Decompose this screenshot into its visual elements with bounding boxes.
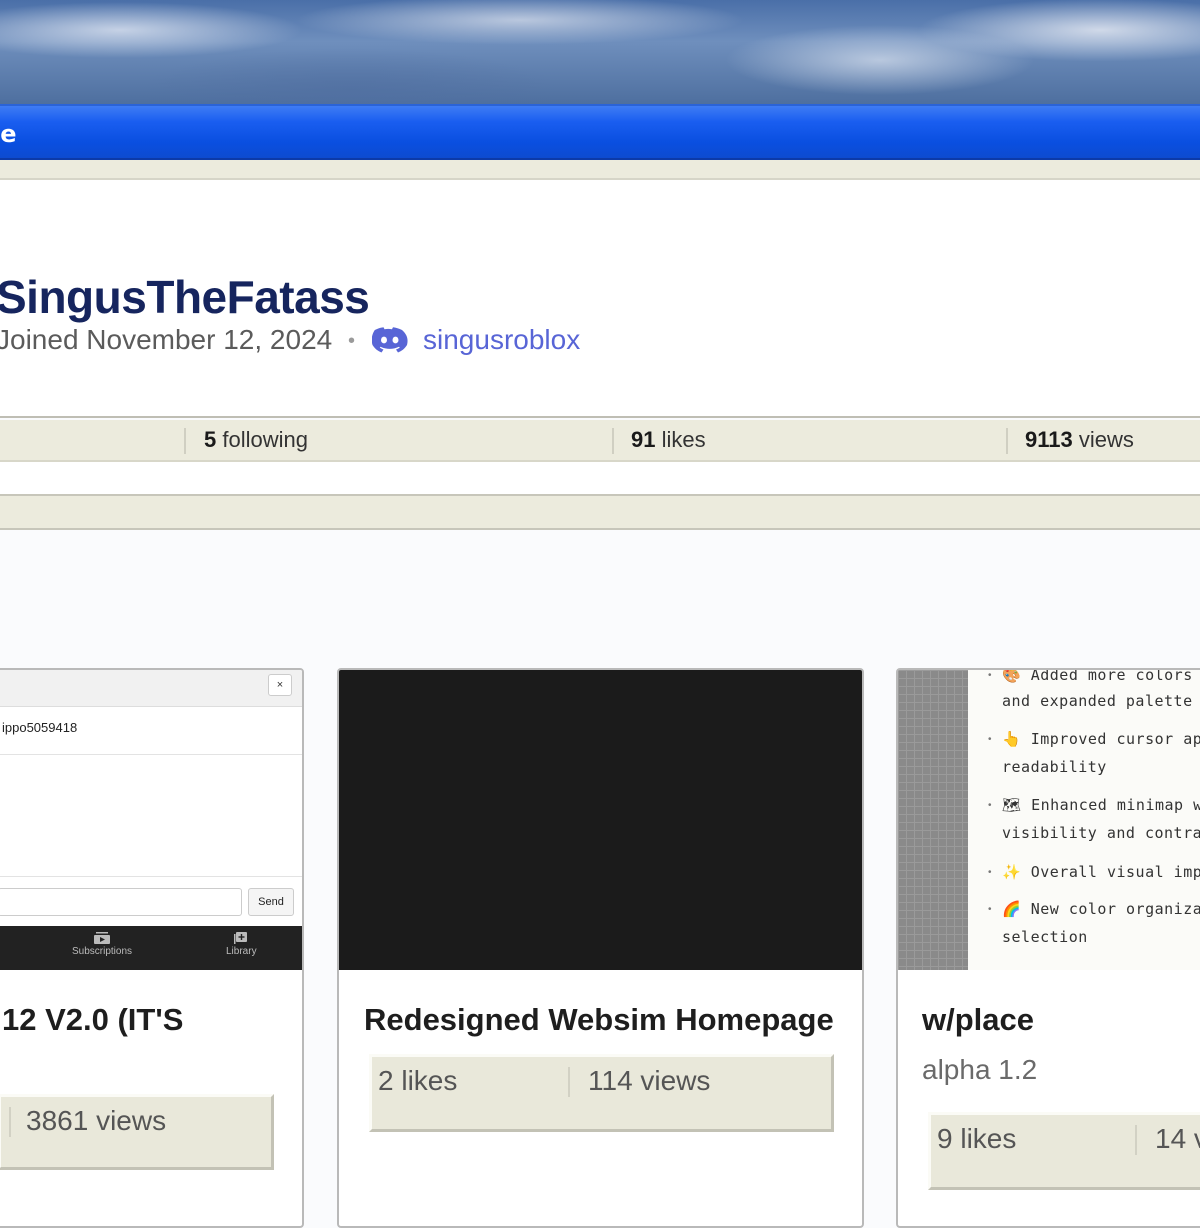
nav-label: Library [226,946,257,957]
changelog-line: ✨ Overall visual impro [1002,863,1200,881]
project-views: 114 views [588,1065,711,1096]
changelog-line: 🌈 New color organizatio [1002,900,1200,918]
changelog-line: 🎨 Added more colors in [1002,670,1200,684]
divider [0,876,302,877]
changelog-line: and expanded palette [1002,692,1193,710]
nav-label: Subscriptions [72,946,133,957]
likes-label: likes [655,427,706,452]
changelog-line: visibility and contrast [1002,824,1200,842]
project-likes: 9 likes [937,1123,1017,1154]
likes-count: 91 [631,427,656,452]
project-thumbnail: × ippo5059418 Send Subscriptions Library [0,670,302,970]
project-thumbnail [339,670,862,970]
close-icon: × [268,674,292,696]
stat-following[interactable]: 5 following [204,427,308,453]
project-title[interactable]: Redesigned Websim Homepage [364,1002,834,1038]
project-views: 3861 views [26,1105,167,1136]
following-count: 5 [204,427,217,452]
meta-separator: • [348,330,356,352]
stat-divider [1135,1125,1137,1155]
stat-divider [612,428,614,454]
bullet: • [988,670,992,681]
stat-divider [9,1107,11,1137]
project-views: 14 v [1155,1123,1200,1154]
section-tabs-strip [0,494,1200,530]
project-title[interactable]: 12 V2.0 (IT'S [2,1002,183,1038]
changelog-line: readability [1002,758,1107,776]
profile-stats-bar: 5 following 91 likes 9113 views [0,420,1200,462]
stat-divider [568,1067,570,1097]
bullet: • [988,734,992,745]
section-gap [0,462,1200,494]
project-card[interactable]: Redesigned Websim Homepage 2 likes 114 v… [337,668,864,1228]
stat-likes: 91 likes [631,427,706,453]
project-thumbnail: • 🎨 Added more colors in and expanded pa… [898,670,1200,970]
nav-subscriptions: Subscriptions [72,932,132,957]
changelog-list: • 🎨 Added more colors in and expanded pa… [968,670,1200,970]
library-icon [234,932,248,944]
project-stats: 9 likes 14 v [928,1112,1200,1190]
views-count: 9113 [1025,427,1073,452]
following-label: following [216,427,308,452]
stat-divider [184,428,186,454]
chat-input [0,888,242,916]
bullet: • [988,904,992,915]
changelog-line: 🗺 Enhanced minimap wit [1002,796,1200,814]
project-subtitle: alpha 1.2 [922,1054,1038,1085]
subscriptions-icon [94,932,111,944]
canvas-grid [898,670,968,970]
project-title[interactable]: w/place [922,1002,1034,1038]
project-stats: 2 likes 114 views [369,1054,834,1132]
bullet: • [988,867,992,878]
views-label: views [1072,427,1134,452]
send-button: Send [248,888,294,916]
nav-library: Library [226,932,257,957]
chat-window-header: × [0,670,302,707]
project-stats: 3861 views [0,1094,274,1170]
discord-username-link[interactable]: singusroblox [423,324,580,356]
profile-username: SingusTheFatass [0,271,370,323]
divider [0,754,302,755]
header-divider [0,160,1200,178]
discord-icon[interactable] [372,325,408,359]
bullet: • [988,800,992,811]
stat-views: 9113 views [1025,427,1134,453]
stat-divider [1006,428,1008,454]
project-card[interactable]: × ippo5059418 Send Subscriptions Library… [0,668,304,1228]
profile-banner [0,0,1200,104]
profile-joined-date: Joined November 12, 2024 [0,324,333,355]
window-titlebar: le [0,104,1200,160]
bottom-nav: Subscriptions Library [0,926,302,970]
changelog-line: 👆 Improved cursor app [1002,730,1200,748]
window-title: le [0,120,17,148]
project-likes: 2 likes [378,1065,458,1096]
project-card[interactable]: • 🎨 Added more colors in and expanded pa… [896,668,1200,1228]
changelog-line: selection [1002,928,1088,946]
chat-username: ippo5059418 [2,720,78,735]
